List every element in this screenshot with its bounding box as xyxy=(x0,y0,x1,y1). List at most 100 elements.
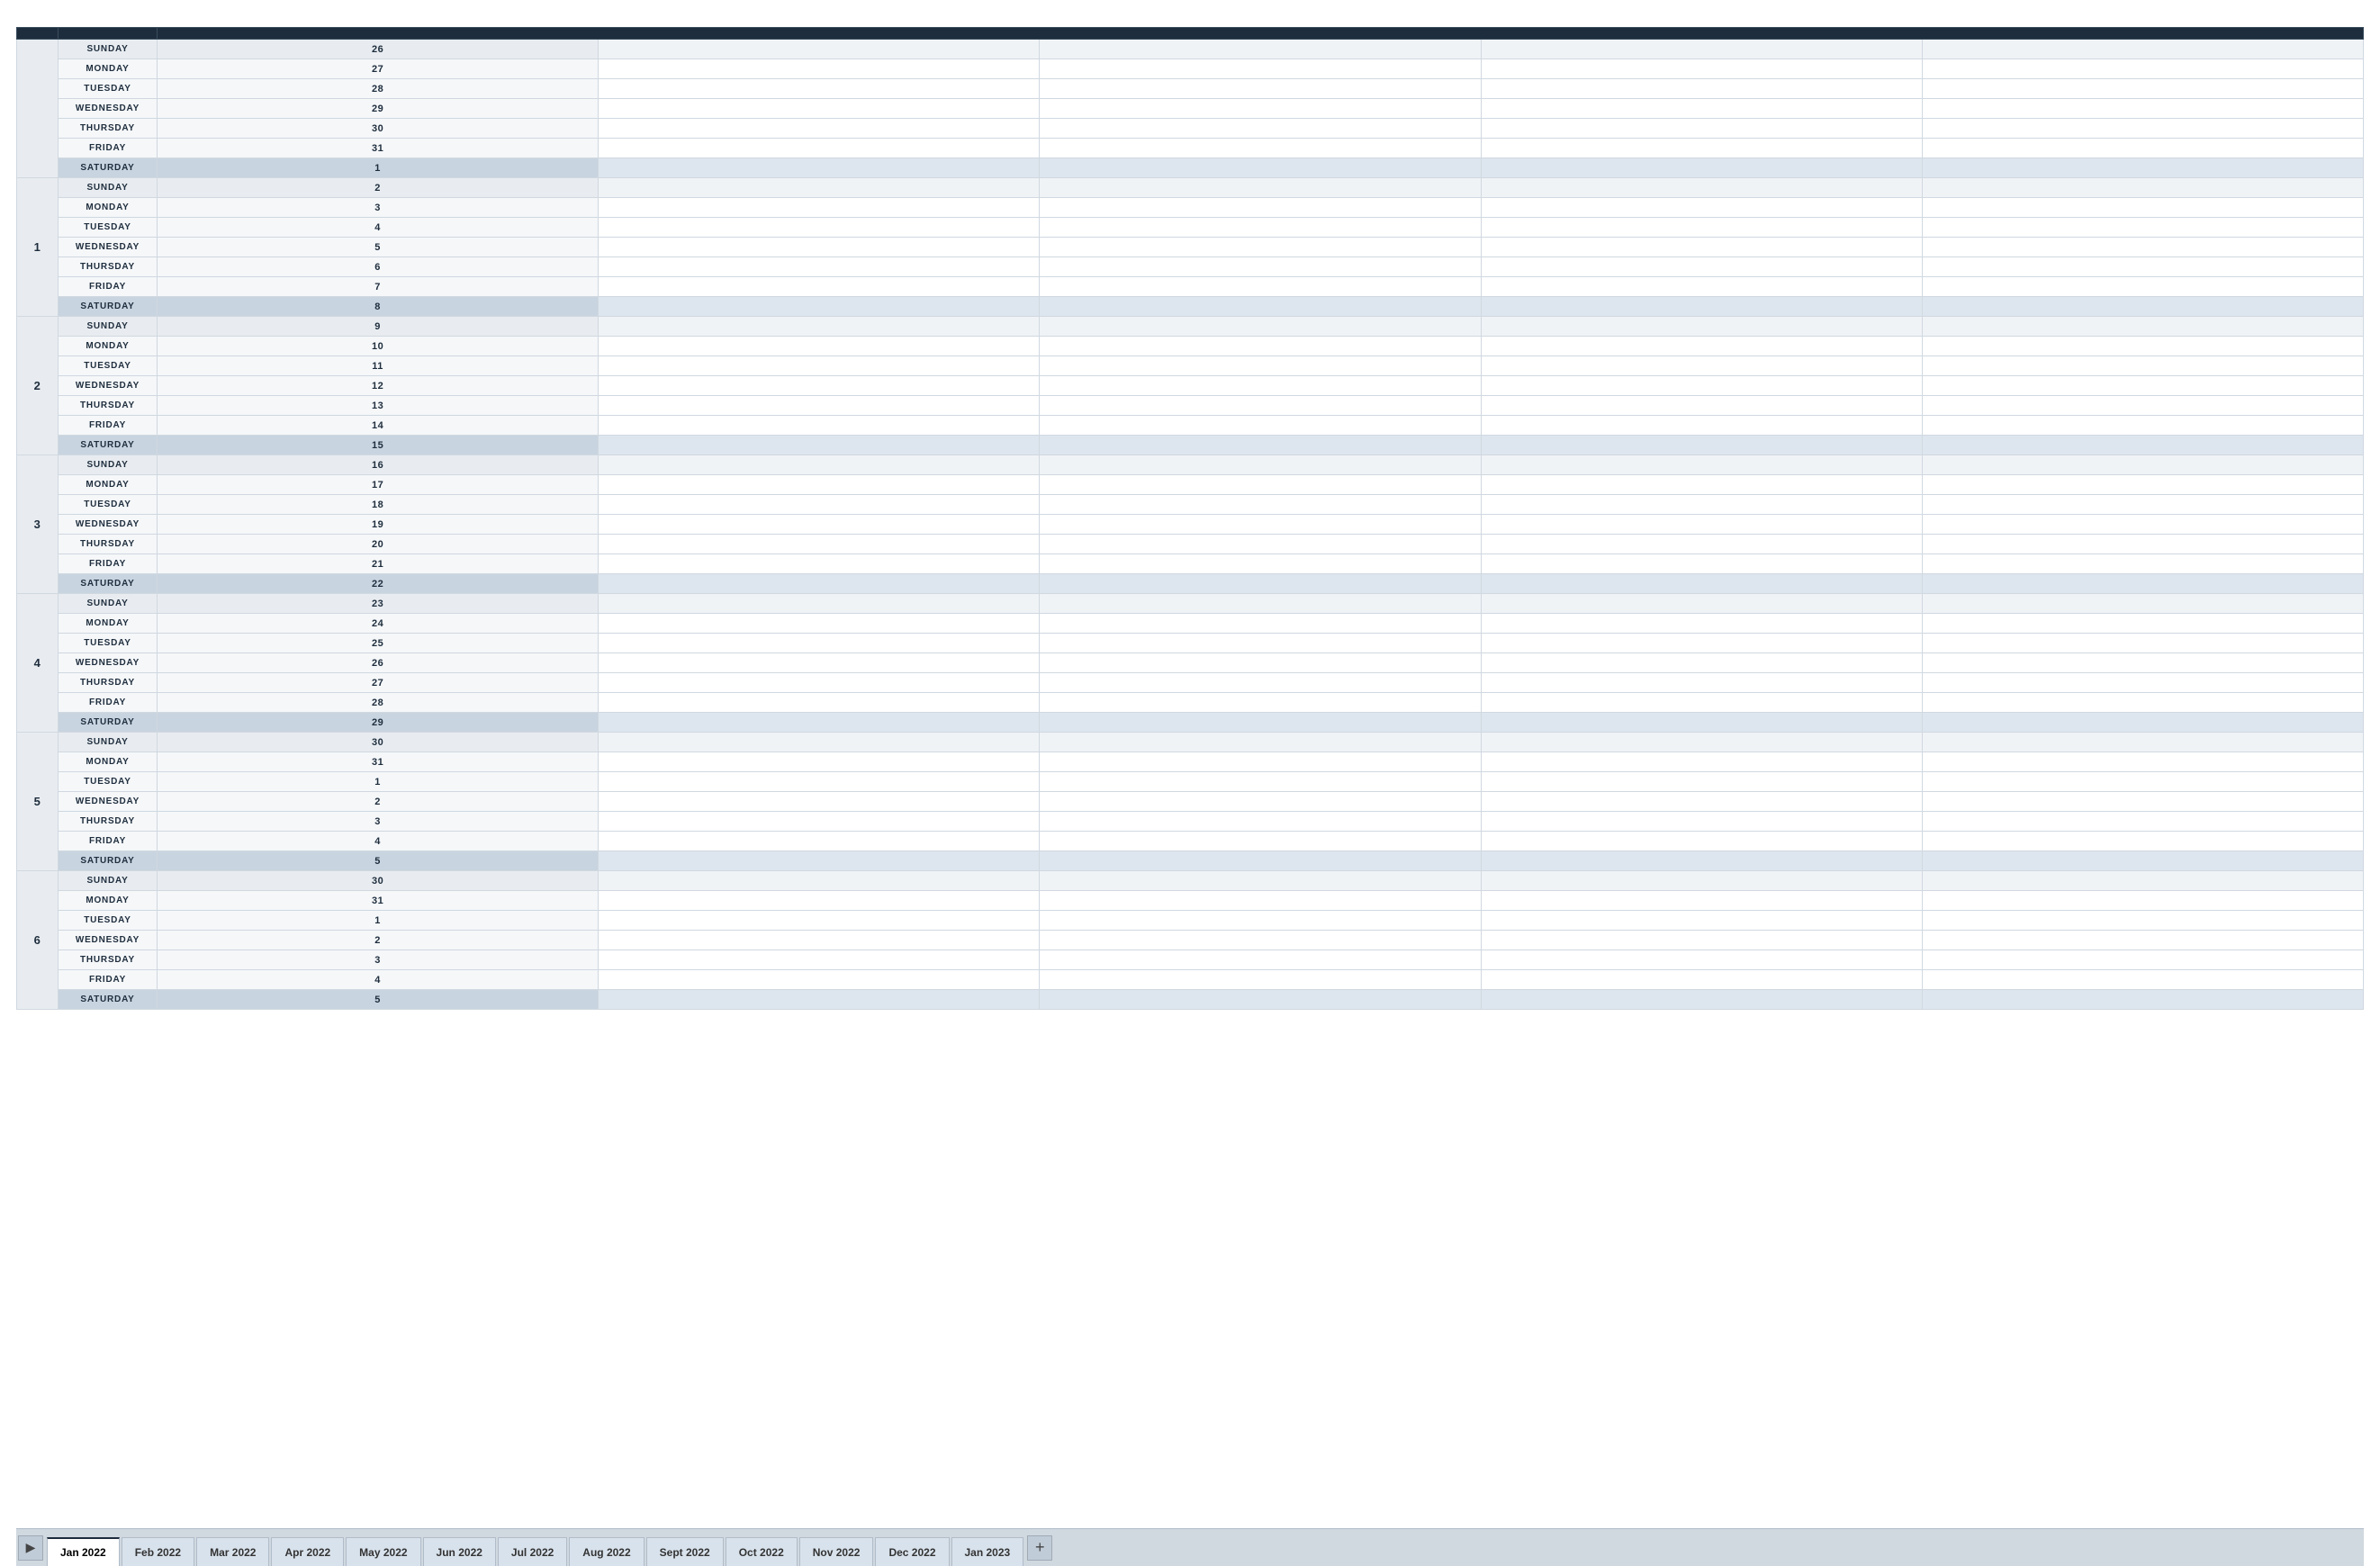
content-cell[interactable] xyxy=(1922,356,2363,376)
content-cell[interactable] xyxy=(1481,594,1922,614)
content-cell[interactable] xyxy=(1040,911,1481,931)
content-cell[interactable] xyxy=(1040,455,1481,475)
content-cell[interactable] xyxy=(1040,931,1481,950)
content-cell[interactable] xyxy=(1040,99,1481,119)
content-cell[interactable] xyxy=(599,950,1040,970)
content-cell[interactable] xyxy=(599,337,1040,356)
tab-mar-2022[interactable]: Mar 2022 xyxy=(196,1537,269,1566)
content-cell[interactable] xyxy=(1922,733,2363,752)
content-cell[interactable] xyxy=(1481,990,1922,1010)
content-cell[interactable] xyxy=(1481,119,1922,139)
content-cell[interactable] xyxy=(1922,178,2363,198)
content-cell[interactable] xyxy=(599,139,1040,158)
content-cell[interactable] xyxy=(1481,356,1922,376)
content-cell[interactable] xyxy=(1922,257,2363,277)
content-cell[interactable] xyxy=(599,614,1040,634)
content-cell[interactable] xyxy=(1040,139,1481,158)
content-cell[interactable] xyxy=(1922,277,2363,297)
content-cell[interactable] xyxy=(1481,772,1922,792)
content-cell[interactable] xyxy=(599,812,1040,832)
content-cell[interactable] xyxy=(1040,119,1481,139)
content-cell[interactable] xyxy=(1922,772,2363,792)
content-cell[interactable] xyxy=(599,455,1040,475)
content-cell[interactable] xyxy=(1481,277,1922,297)
content-cell[interactable] xyxy=(599,475,1040,495)
content-cell[interactable] xyxy=(1481,713,1922,733)
content-cell[interactable] xyxy=(599,416,1040,436)
content-cell[interactable] xyxy=(599,693,1040,713)
content-cell[interactable] xyxy=(1040,356,1481,376)
content-cell[interactable] xyxy=(599,119,1040,139)
content-cell[interactable] xyxy=(1922,515,2363,535)
content-cell[interactable] xyxy=(1040,772,1481,792)
content-cell[interactable] xyxy=(1040,317,1481,337)
content-cell[interactable] xyxy=(599,257,1040,277)
content-cell[interactable] xyxy=(1040,713,1481,733)
content-cell[interactable] xyxy=(1922,119,2363,139)
content-cell[interactable] xyxy=(1481,416,1922,436)
content-cell[interactable] xyxy=(1481,317,1922,337)
content-cell[interactable] xyxy=(1922,851,2363,871)
content-cell[interactable] xyxy=(1040,535,1481,554)
content-cell[interactable] xyxy=(1040,634,1481,653)
tab-nov-2022[interactable]: Nov 2022 xyxy=(799,1537,874,1566)
content-cell[interactable] xyxy=(1481,812,1922,832)
content-cell[interactable] xyxy=(599,40,1040,59)
content-cell[interactable] xyxy=(1040,337,1481,356)
content-cell[interactable] xyxy=(1481,970,1922,990)
content-cell[interactable] xyxy=(599,891,1040,911)
tab-oct-2022[interactable]: Oct 2022 xyxy=(726,1537,798,1566)
tab-jul-2022[interactable]: Jul 2022 xyxy=(498,1537,567,1566)
content-cell[interactable] xyxy=(599,970,1040,990)
content-cell[interactable] xyxy=(599,752,1040,772)
content-cell[interactable] xyxy=(599,792,1040,812)
content-cell[interactable] xyxy=(1040,515,1481,535)
content-cell[interactable] xyxy=(1481,238,1922,257)
content-cell[interactable] xyxy=(1922,970,2363,990)
content-cell[interactable] xyxy=(599,574,1040,594)
content-cell[interactable] xyxy=(1481,673,1922,693)
content-cell[interactable] xyxy=(1040,79,1481,99)
content-cell[interactable] xyxy=(599,59,1040,79)
content-cell[interactable] xyxy=(1040,436,1481,455)
content-cell[interactable] xyxy=(599,653,1040,673)
content-cell[interactable] xyxy=(1922,871,2363,891)
tab-jan-2022[interactable]: Jan 2022 xyxy=(47,1537,120,1566)
content-cell[interactable] xyxy=(599,772,1040,792)
content-cell[interactable] xyxy=(599,198,1040,218)
content-cell[interactable] xyxy=(599,990,1040,1010)
content-cell[interactable] xyxy=(1481,950,1922,970)
content-cell[interactable] xyxy=(1481,79,1922,99)
content-cell[interactable] xyxy=(599,317,1040,337)
content-cell[interactable] xyxy=(1481,139,1922,158)
content-cell[interactable] xyxy=(1040,673,1481,693)
content-cell[interactable] xyxy=(599,238,1040,257)
content-cell[interactable] xyxy=(1922,297,2363,317)
content-cell[interactable] xyxy=(1922,752,2363,772)
content-cell[interactable] xyxy=(1040,990,1481,1010)
content-cell[interactable] xyxy=(1040,554,1481,574)
content-cell[interactable] xyxy=(1481,931,1922,950)
tab-sept-2022[interactable]: Sept 2022 xyxy=(646,1537,724,1566)
content-cell[interactable] xyxy=(1481,59,1922,79)
content-cell[interactable] xyxy=(1040,277,1481,297)
content-cell[interactable] xyxy=(599,99,1040,119)
content-cell[interactable] xyxy=(1040,396,1481,416)
content-cell[interactable] xyxy=(599,673,1040,693)
content-cell[interactable] xyxy=(1922,792,2363,812)
content-cell[interactable] xyxy=(1040,812,1481,832)
tab-nav-left[interactable]: ▶ xyxy=(18,1535,43,1561)
content-cell[interactable] xyxy=(1481,554,1922,574)
tab-add-button[interactable]: + xyxy=(1027,1535,1052,1561)
content-cell[interactable] xyxy=(599,218,1040,238)
content-cell[interactable] xyxy=(1040,792,1481,812)
content-cell[interactable] xyxy=(599,733,1040,752)
content-cell[interactable] xyxy=(1481,297,1922,317)
content-cell[interactable] xyxy=(1040,416,1481,436)
content-cell[interactable] xyxy=(1922,59,2363,79)
content-cell[interactable] xyxy=(1040,297,1481,317)
content-cell[interactable] xyxy=(1481,475,1922,495)
content-cell[interactable] xyxy=(1922,317,2363,337)
content-cell[interactable] xyxy=(599,634,1040,653)
content-cell[interactable] xyxy=(599,178,1040,198)
